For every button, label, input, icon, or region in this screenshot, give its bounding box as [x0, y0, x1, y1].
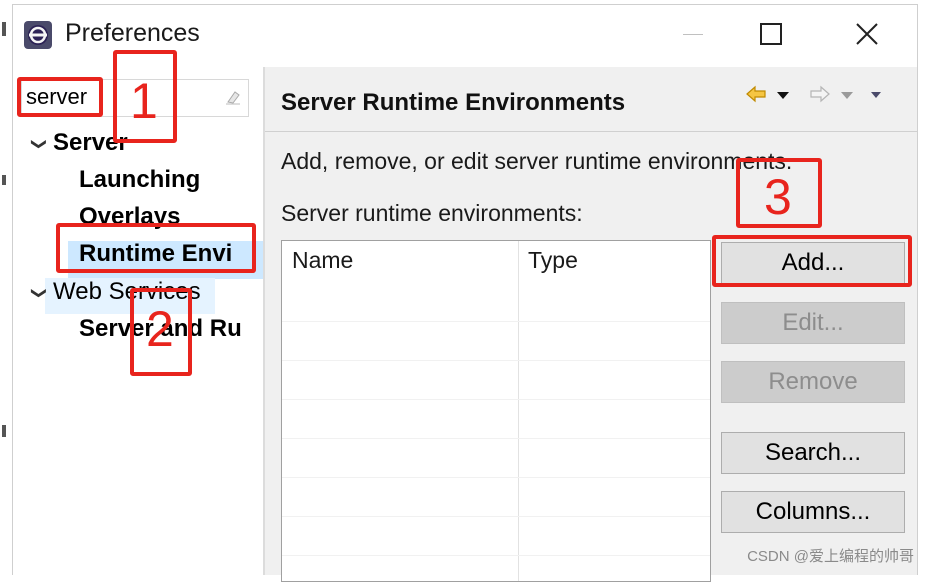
page-description: Add, remove, or edit server runtime envi…	[281, 148, 793, 174]
page-title: Server Runtime Environments	[281, 89, 626, 116]
eclipse-icon	[24, 21, 52, 49]
annotation-number-3: 3	[764, 169, 792, 225]
column-divider[interactable]	[518, 241, 519, 581]
annotation-number-2: 2	[146, 301, 174, 357]
chevron-down-icon[interactable]: ❯	[30, 138, 48, 151]
watermark: CSDN @爱上编程的帅哥	[747, 548, 914, 565]
table-header-name[interactable]: Name	[292, 247, 353, 274]
back-history-dropdown-icon[interactable]	[777, 92, 789, 99]
annotation-box-add	[712, 235, 912, 287]
page-header: Server Runtime Environments	[265, 67, 917, 132]
table-row	[282, 555, 710, 556]
table-row	[282, 438, 710, 439]
view-menu-icon[interactable]	[871, 92, 881, 98]
eraser-icon[interactable]	[224, 88, 242, 106]
forward-arrow-icon[interactable]	[810, 85, 830, 103]
environments-table[interactable]: Name Type	[281, 240, 711, 582]
annotation-box-filter	[17, 77, 103, 117]
close-icon	[856, 23, 878, 45]
edge-mark	[2, 22, 6, 36]
tree-item-launching[interactable]: Launching	[79, 166, 200, 194]
edge-mark	[2, 425, 6, 437]
table-row	[282, 399, 710, 400]
forward-history-dropdown-icon[interactable]	[841, 92, 853, 99]
annotation-box-runtime	[56, 223, 256, 273]
annotation-number-1: 1	[130, 73, 158, 129]
minimize-icon	[683, 33, 703, 35]
navigation-arrows	[746, 85, 881, 103]
minimize-button[interactable]	[653, 5, 733, 63]
table-row	[282, 360, 710, 361]
window-title: Preferences	[65, 19, 200, 47]
close-button[interactable]	[827, 5, 907, 63]
table-row	[282, 516, 710, 517]
table-row	[282, 477, 710, 478]
maximize-icon	[760, 23, 782, 45]
back-arrow-icon[interactable]	[746, 85, 766, 103]
edge-mark	[2, 175, 6, 185]
environments-list-label: Server runtime environments:	[281, 200, 583, 226]
remove-button[interactable]: Remove	[721, 361, 905, 403]
columns-button[interactable]: Columns...	[721, 491, 905, 533]
edit-button[interactable]: Edit...	[721, 302, 905, 344]
table-row	[282, 321, 710, 322]
table-header-type[interactable]: Type	[528, 247, 578, 274]
maximize-button[interactable]	[731, 5, 811, 63]
search-button[interactable]: Search...	[721, 432, 905, 474]
chevron-down-icon[interactable]: ❯	[30, 287, 48, 300]
